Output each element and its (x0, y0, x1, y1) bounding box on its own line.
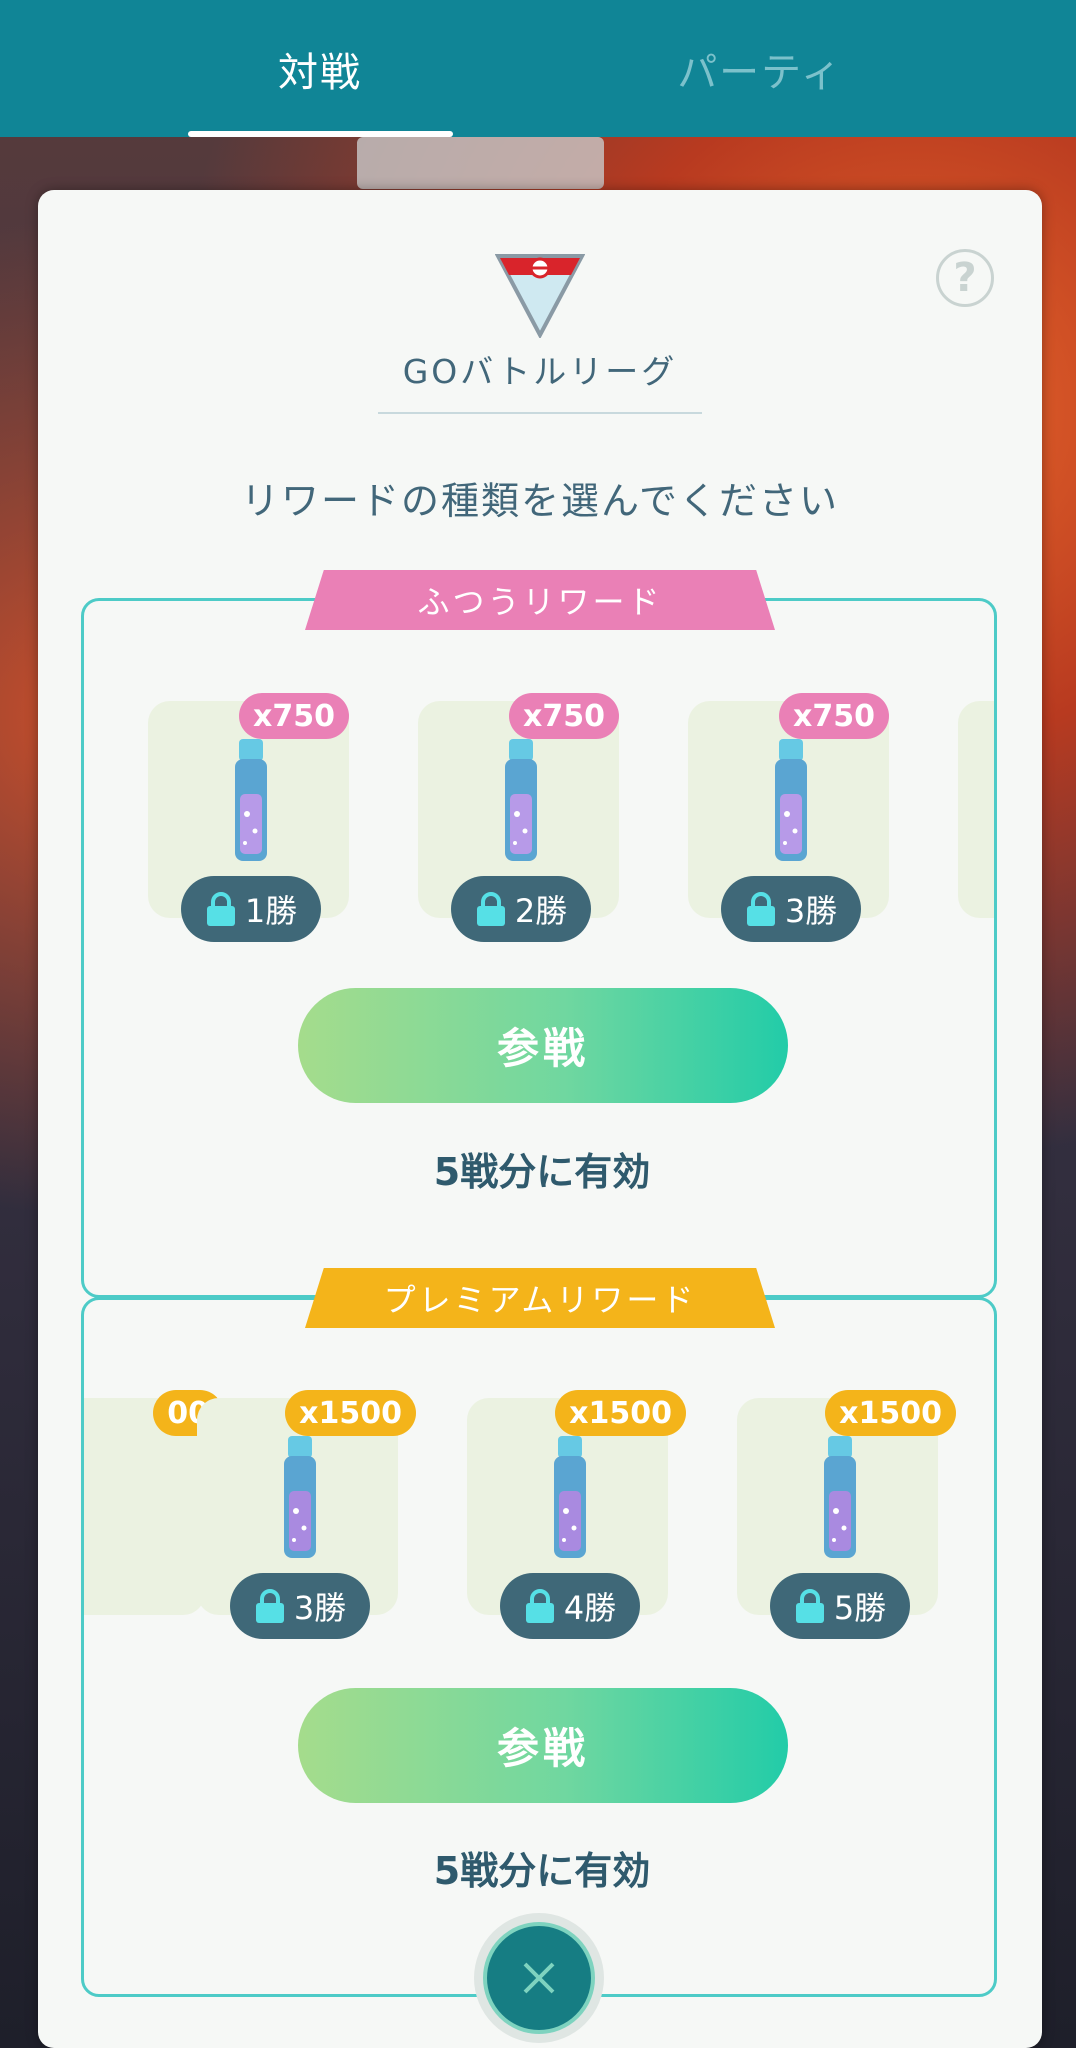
reward-item-partial[interactable]: 00 (84, 1390, 223, 1615)
tab-party[interactable]: パーティ (620, 0, 900, 137)
reward-quantity-badge: x750 (509, 693, 619, 739)
instruction-text: リワードの種類を選んでください (240, 479, 840, 523)
reward-quantity-badge: x750 (779, 693, 889, 739)
reward-item[interactable]: x1500 5勝 (737, 1390, 956, 1639)
lock-icon (255, 1589, 284, 1623)
title-divider (378, 412, 702, 414)
win-requirement-label: 4勝 (563, 1589, 617, 1627)
help-icon[interactable]: ? (936, 249, 994, 307)
win-requirement-pill: 2勝 (451, 876, 591, 942)
win-requirement-pill: 3勝 (230, 1573, 370, 1639)
stardust-potion-icon (554, 1436, 586, 1558)
reward-quantity-badge: x1500 (555, 1390, 686, 1436)
validity-text: 5戦分に有効 (433, 1150, 651, 1194)
normal-reward-ribbon: ふつうリワード (305, 570, 775, 630)
win-requirement-label: 1勝 (244, 892, 298, 930)
premium-reward-section: 00 x1500 3勝 x1500 4勝 x1500 5勝 参戦 5戦分に有効 (81, 1297, 997, 1997)
win-requirement-pill: 1勝 (181, 876, 321, 942)
lock-icon (476, 892, 505, 926)
win-requirement-label: 5勝 (833, 1589, 887, 1627)
reward-item[interactable]: x1500 4勝 (467, 1390, 686, 1639)
win-requirement-pill: 4勝 (500, 1573, 640, 1639)
background-decoration (357, 137, 604, 189)
reward-item-partial[interactable] (958, 701, 994, 918)
lock-icon (746, 892, 775, 926)
join-battle-button[interactable]: 参戦 (298, 1688, 788, 1803)
stardust-potion-icon (235, 739, 267, 861)
tab-battle[interactable]: 対戦 (180, 0, 460, 137)
win-requirement-label: 3勝 (784, 892, 838, 930)
reward-quantity-badge: x1500 (825, 1390, 956, 1436)
lock-icon (525, 1589, 554, 1623)
premium-reward-ribbon: プレミアムリワード (305, 1268, 775, 1328)
win-requirement-label: 2勝 (514, 892, 568, 930)
stardust-potion-icon (824, 1436, 856, 1558)
join-battle-button[interactable]: 参戦 (298, 988, 788, 1103)
close-icon (523, 1962, 555, 1994)
reward-quantity-badge: x750 (239, 693, 349, 739)
reward-quantity-badge: x1500 (285, 1390, 416, 1436)
reward-item[interactable]: x750 3勝 (688, 693, 889, 942)
tab-bar: 対戦 パーティ (0, 0, 1076, 137)
close-button-face (483, 1922, 595, 2034)
reward-item[interactable]: x1500 3勝 (197, 1390, 416, 1639)
win-requirement-label: 3勝 (293, 1589, 347, 1627)
lock-icon (795, 1589, 824, 1623)
league-title: GOバトルリーグ (402, 352, 678, 391)
validity-text: 5戦分に有効 (433, 1849, 651, 1893)
stardust-potion-icon (775, 739, 807, 861)
league-emblem-icon (495, 254, 585, 338)
stardust-potion-icon (505, 739, 537, 861)
lock-icon (206, 892, 235, 926)
win-requirement-pill: 3勝 (721, 876, 861, 942)
win-requirement-pill: 5勝 (770, 1573, 910, 1639)
close-button[interactable] (474, 1913, 604, 2043)
normal-reward-section: x750 1勝 x750 2勝 x750 3勝 参戦 5戦分に有効 (81, 598, 997, 1298)
reward-item[interactable]: x750 2勝 (418, 693, 619, 942)
reward-item[interactable]: x750 1勝 (148, 693, 349, 942)
stardust-potion-icon (284, 1436, 316, 1558)
